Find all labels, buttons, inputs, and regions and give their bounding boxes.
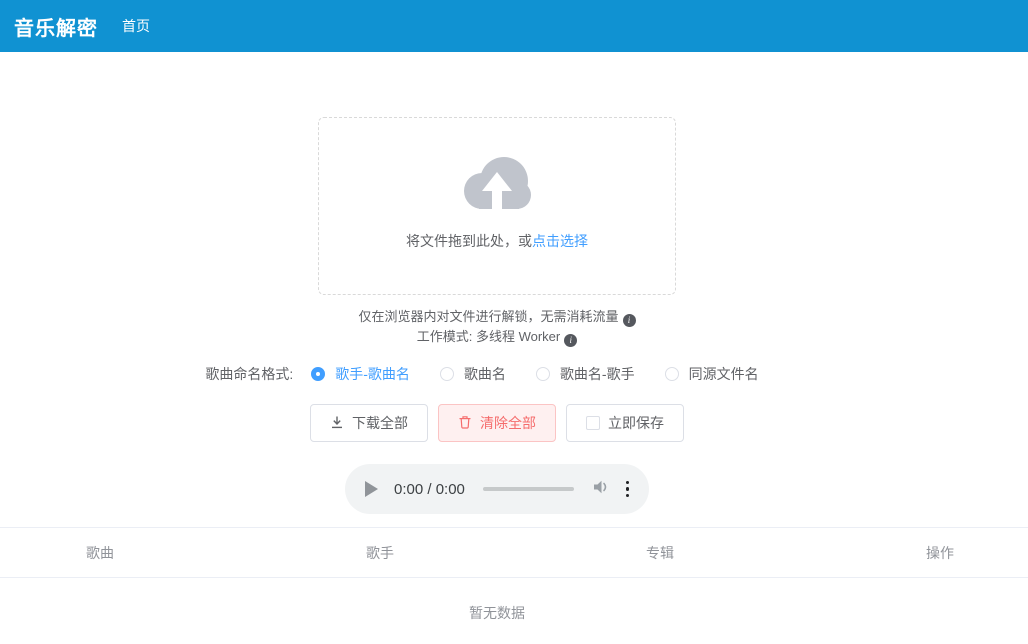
naming-format-label: 歌曲命名格式: [205,366,294,382]
actions-row: 下载全部 清除全部 立即保存 [310,404,684,442]
radio-label: 同源文件名 [688,366,759,382]
kebab-menu-icon[interactable] [625,480,629,498]
main-content: 将文件拖到此处，或点击选择 仅在浏览器内对文件进行解锁，无需消耗流量 i 工作模式… [0,52,1011,514]
tip-2-text: 工作模式: 多线程 Worker [416,329,561,344]
radio-option-title[interactable]: 歌曲名 [439,364,506,384]
upload-dropzone[interactable]: 将文件拖到此处，或点击选择 [318,117,676,295]
radio-option-source-filename[interactable]: 同源文件名 [664,364,759,384]
player-time: 0:00 / 0:00 [394,480,465,498]
trash-icon [458,415,472,432]
checkbox-icon[interactable] [586,416,600,430]
app-title: 音乐解密 [14,17,98,40]
clear-all-label: 清除全部 [480,415,536,431]
results-table: 歌曲 歌手 专辑 操作 暂无数据 [0,527,1028,644]
radio-circle-icon [535,367,550,381]
table-empty-state: 暂无数据 [0,578,1011,644]
tip-line-2: 工作模式: 多线程 Worker i [358,327,635,347]
column-header-artist: 歌手 [366,544,394,561]
info-icon[interactable]: i [564,334,578,347]
speaker-icon[interactable] [592,478,611,501]
download-all-button[interactable]: 下载全部 [310,404,428,442]
radio-circle-icon [311,367,326,381]
nav-home[interactable]: 首页 [122,16,150,36]
tip-line-1: 仅在浏览器内对文件进行解锁，无需消耗流量 i [358,307,636,327]
radio-label: 歌曲名-歌手 [559,366,635,382]
upload-hint-text: 将文件拖到此处，或 [406,233,532,249]
clear-all-button[interactable]: 清除全部 [438,404,556,442]
save-now-button[interactable]: 立即保存 [566,404,684,442]
save-now-label: 立即保存 [608,415,664,431]
top-navbar: 音乐解密 首页 [0,0,1028,52]
play-icon[interactable] [365,481,378,497]
column-header-actions: 操作 [926,544,954,561]
seek-bar[interactable] [482,487,574,491]
info-icon[interactable]: i [622,314,636,327]
upload-hint: 将文件拖到此处，或点击选择 [319,231,675,251]
column-header-album: 专辑 [646,544,674,561]
radio-label: 歌曲名 [463,366,506,382]
tip-1-text: 仅在浏览器内对文件进行解锁，无需消耗流量 [358,309,619,324]
cloud-upload-icon [461,156,533,215]
radio-option-artist-title[interactable]: 歌手-歌曲名 [311,364,410,384]
tips-block: 仅在浏览器内对文件进行解锁，无需消耗流量 i 工作模式: 多线程 Worker i [358,307,636,347]
download-all-label: 下载全部 [352,415,408,431]
audio-player[interactable]: 0:00 / 0:00 [345,464,649,514]
radio-circle-icon [439,367,454,381]
radio-option-title-artist[interactable]: 歌曲名-歌手 [535,364,635,384]
upload-select-link[interactable]: 点击选择 [532,233,588,249]
download-icon [330,415,344,432]
naming-format-group: 歌曲命名格式: 歌手-歌曲名 歌曲名 歌曲名-歌手 同源文件名 [205,364,788,384]
empty-text: 暂无数据 [469,605,525,621]
radio-label: 歌手-歌曲名 [335,366,410,382]
radio-circle-icon [664,367,679,381]
column-header-song: 歌曲 [86,544,114,561]
table-header-row: 歌曲 歌手 专辑 操作 [0,528,1028,578]
